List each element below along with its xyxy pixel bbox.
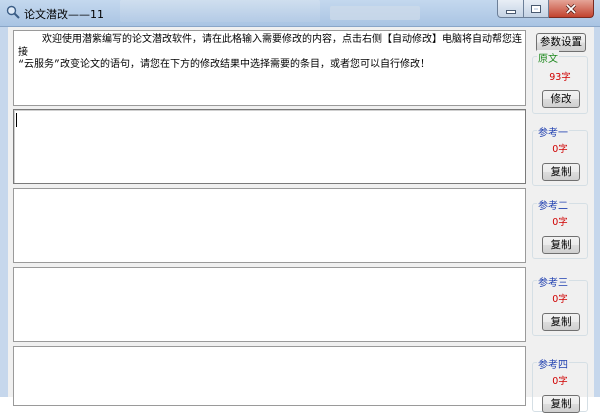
group-reference-2: 参考二 0字 复制 — [532, 197, 588, 259]
char-count-reference-1: 0字 — [552, 144, 568, 155]
reference-text-area-2[interactable] — [13, 188, 526, 263]
close-button[interactable] — [549, 0, 594, 18]
window-title: 论文潜改——11 — [24, 8, 104, 21]
group-label-reference-2: 参考二 — [537, 197, 569, 212]
minimize-button[interactable] — [497, 0, 524, 18]
group-label-original: 原文 — [537, 50, 559, 65]
intro-text: 欢迎使用潜紫编写的论文潜改软件，请在此格输入需要修改的内容，点击右侧【自动修改】… — [18, 35, 523, 71]
group-reference-4: 参考四 0字 复制 — [532, 356, 588, 413]
group-label-reference-1: 参考一 — [537, 124, 569, 139]
background-blur — [120, 0, 320, 22]
title-bar[interactable]: 论文潜改——11 — [0, 0, 600, 27]
reference-text-area-4[interactable] — [13, 346, 526, 406]
copy-button-1[interactable]: 复制 — [542, 163, 580, 181]
reference-text-area-3[interactable] — [13, 267, 526, 342]
minimize-icon — [506, 10, 515, 13]
close-icon — [565, 3, 577, 14]
maximize-button[interactable] — [524, 0, 549, 18]
char-count-original: 93字 — [549, 72, 571, 83]
source-text-area[interactable]: 欢迎使用潜紫编写的论文潜改软件，请在此格输入需要修改的内容，点击右侧【自动修改】… — [13, 30, 526, 106]
window-controls — [497, 0, 594, 18]
group-reference-3: 参考三 0字 复制 — [532, 274, 588, 336]
group-label-reference-4: 参考四 — [537, 356, 569, 371]
copy-button-3[interactable]: 复制 — [542, 313, 580, 331]
char-count-reference-2: 0字 — [552, 217, 568, 228]
group-original: 原文 93字 修改 — [532, 50, 588, 114]
reference-text-area-1[interactable] — [13, 109, 526, 184]
copy-button-2[interactable]: 复制 — [542, 236, 580, 254]
group-reference-1: 参考一 0字 复制 — [532, 124, 588, 186]
text-caret — [16, 113, 17, 127]
char-count-reference-4: 0字 — [552, 376, 568, 387]
modify-button[interactable]: 修改 — [542, 90, 580, 108]
app-magnifier-icon — [6, 5, 20, 19]
group-label-reference-3: 参考三 — [537, 274, 569, 289]
copy-button-4[interactable]: 复制 — [542, 395, 580, 413]
char-count-reference-3: 0字 — [552, 294, 568, 305]
background-blur — [330, 6, 420, 20]
maximize-icon — [531, 4, 541, 13]
